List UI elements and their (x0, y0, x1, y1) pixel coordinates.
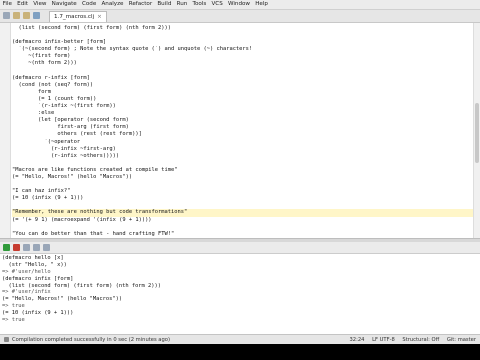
menu-navigate[interactable]: Navigate (49, 0, 79, 9)
menu-view[interactable]: View (31, 0, 49, 9)
code-line[interactable] (12, 224, 474, 231)
status-message: Compilation completed successfully in 0 … (4, 335, 170, 344)
repl-input[interactable]: (defmacro hello [x] (2, 255, 161, 262)
code-line[interactable]: "I can haz infix?" (12, 188, 474, 195)
compile-status: Compilation completed successfully in 0 … (12, 337, 170, 343)
code-line[interactable]: (= 1 (count form)) (12, 96, 474, 103)
settings-icon[interactable] (33, 244, 40, 251)
structural-mode[interactable]: Structural: Off (402, 337, 439, 343)
menu-analyze[interactable]: Analyze (99, 0, 126, 9)
history-icon[interactable] (23, 244, 30, 251)
menu-code[interactable]: Code (79, 0, 99, 9)
file-icon[interactable] (33, 12, 40, 19)
repl-input[interactable]: (= "Hello, Macros!" (hello "Macros")) (2, 296, 161, 303)
code-editor[interactable]: (list (second form) (first form) (nth fo… (0, 23, 480, 239)
code-line[interactable]: (= 10 (infix (9 + 1))) (12, 195, 474, 202)
status-bar: Compilation completed successfully in 0 … (0, 334, 480, 344)
code-line[interactable] (12, 202, 474, 209)
code-line[interactable]: "Macros are like functions created at co… (12, 167, 474, 174)
code-line[interactable]: (= "Hello, Macros!" (hello "Macros")) (12, 174, 474, 181)
menu-help[interactable]: Help (253, 0, 271, 9)
repl-result[interactable]: => true (2, 317, 161, 324)
menu-vcs[interactable]: VCS (209, 0, 225, 9)
code-line[interactable]: (r-infix ~others))))) (12, 153, 474, 160)
code-line[interactable]: (defmacro r-infix [form] (12, 75, 474, 82)
code-line[interactable]: (list (second form) (first form) (nth fo… (12, 25, 474, 32)
menu-window[interactable]: Window (225, 0, 252, 9)
stop-icon[interactable] (13, 244, 20, 251)
code-line[interactable]: (let [operator (second form) (12, 117, 474, 124)
code-line[interactable]: "You can do better than that - hand craf… (12, 231, 474, 238)
status-indicators: 32:24 LF UTF-8 Structural: Off Git: mast… (344, 335, 477, 344)
code-line[interactable]: (defmacro infix-better [form] (12, 39, 474, 46)
code-line[interactable]: ~(first form) (12, 53, 474, 60)
vcs-branch[interactable]: Git: master (447, 337, 476, 343)
repl-input[interactable]: (= 10 (infix (9 + 1))) (2, 310, 161, 317)
code-line[interactable]: `(~operator (12, 139, 474, 146)
video-frame: File Edit View Navigate Code Analyze Refactor B… (0, 0, 480, 360)
menu-bar: File Edit View Navigate Code Analyze Refactor B… (0, 0, 480, 10)
cursor-position[interactable]: 32:24 (350, 337, 365, 343)
project-icon[interactable] (3, 12, 10, 19)
encoding-indicator[interactable]: LF UTF-8 (372, 337, 395, 343)
folder-icon[interactable] (23, 12, 30, 19)
tab-label: 1.7_macros.clj (54, 14, 95, 20)
repl-input[interactable]: (list (second form) (first form) (nth fo… (2, 283, 161, 290)
status-icon (4, 337, 9, 342)
code-area[interactable]: (list (second form) (first form) (nth fo… (12, 25, 474, 238)
scrollbar-thumb[interactable] (475, 103, 479, 163)
code-line[interactable]: first-arg (first form) (12, 124, 474, 131)
repl-toolbar (0, 242, 480, 254)
menu-file[interactable]: File (0, 0, 15, 9)
code-line[interactable]: ~(nth form 2))) (12, 60, 474, 67)
menu-run[interactable]: Run (174, 0, 190, 9)
repl-input[interactable]: (defmacro infix [form] (2, 276, 161, 283)
menu-build[interactable]: Build (155, 0, 174, 9)
menu-refactor[interactable]: Refactor (126, 0, 155, 9)
code-line[interactable]: (= '(+ 9 1) (macroexpand '(infix (9 + 1)… (12, 217, 474, 224)
run-icon[interactable] (3, 244, 10, 251)
code-line[interactable]: (r-infix ~first-arg) (12, 146, 474, 153)
folder-icon[interactable] (13, 12, 20, 19)
repl-result[interactable]: => true (2, 303, 161, 310)
repl-output[interactable]: (defmacro hello [x] (str "Hello, " x)) =>… (0, 254, 480, 334)
repl-result[interactable]: => #'user/infix (2, 289, 161, 296)
repl-input[interactable]: (str "Hello, " x)) (2, 262, 161, 269)
code-line[interactable]: form (12, 89, 474, 96)
code-line[interactable] (12, 32, 474, 39)
code-line[interactable]: (cond (not (seq? form)) (12, 82, 474, 89)
repl-text[interactable]: (defmacro hello [x] (str "Hello, " x)) =>… (2, 255, 161, 324)
code-line[interactable]: `(~(second form) ; Note the syntax quote… (12, 46, 474, 53)
ide-window: File Edit View Navigate Code Analyze Refactor B… (0, 0, 480, 344)
code-line[interactable] (12, 181, 474, 188)
code-line[interactable] (12, 68, 474, 75)
editor-tab[interactable]: 1.7_macros.clj × (49, 11, 107, 22)
code-line[interactable]: :else (12, 110, 474, 117)
close-icon[interactable]: × (97, 14, 102, 20)
code-line[interactable]: "Remember, these are nothing but code tr… (12, 209, 474, 217)
menu-edit[interactable]: Edit (15, 0, 31, 9)
clear-icon[interactable] (43, 244, 50, 251)
editor-scrollbar[interactable] (473, 23, 480, 238)
code-line[interactable]: `(r-infix ~(first form)) (12, 103, 474, 110)
repl-result[interactable]: => #'user/hello (2, 269, 161, 276)
menu-tools[interactable]: Tools (190, 0, 209, 9)
line-gutter[interactable] (0, 23, 11, 238)
code-line[interactable] (12, 160, 474, 167)
code-line[interactable]: others (rest (rest form))] (12, 131, 474, 138)
